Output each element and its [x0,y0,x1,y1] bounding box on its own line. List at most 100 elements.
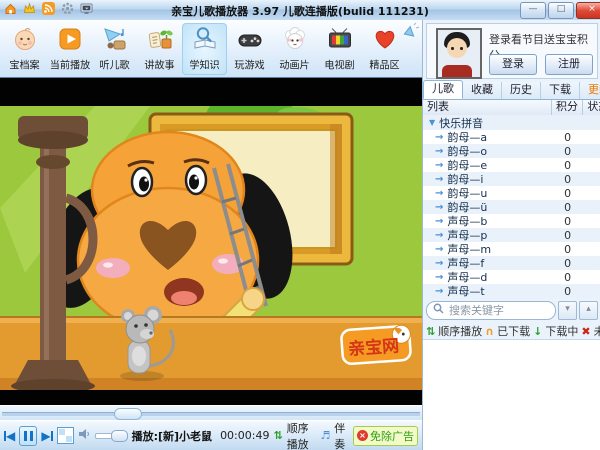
toolbar-item-learn[interactable]: 学知识 [182,23,227,75]
toolbar-item-baby-profile[interactable]: 宝档案 [2,23,47,75]
window-title: 亲宝儿歌播放器 3.97 儿歌连播版(bulid 111231) [0,3,600,19]
next-button[interactable]: ▶ [41,427,52,445]
item-arrow-icon: → [435,286,443,297]
not-downloaded-icon: ✖ [583,286,600,297]
list-item[interactable]: → 韵母—o 0 ✖ [423,144,600,158]
list-item[interactable]: → 韵母—i 0 ✖ [423,172,600,186]
seek-bar[interactable] [0,405,422,420]
baby-icon [11,25,39,56]
gramophone-icon [101,25,129,56]
remove-ads-button[interactable]: × 免除广告 [353,426,418,446]
not-downloaded-icon: ✖ [583,188,600,199]
list-item[interactable]: → 声母—d 0 ✖ [423,270,600,284]
group-header[interactable]: ▼ 快乐拼音 [423,115,600,130]
item-arrow-icon: → [435,258,443,269]
pause-button[interactable] [19,426,37,446]
tab-songs[interactable]: 儿歌 [423,80,463,99]
video-scene: 亲宝网 [0,78,422,405]
list-item[interactable]: → 韵母—u 0 ✖ [423,186,600,200]
not-downloaded-icon: ✖ [583,272,600,283]
item-score: 0 [552,215,584,228]
list-item[interactable]: → 声母—b 0 ✖ [423,214,600,228]
item-score: 0 [552,131,584,144]
search-box[interactable] [426,301,556,320]
close-button[interactable]: × [576,2,600,19]
not-downloaded-legend-icon: ✖ [581,325,590,338]
toolbar: 宝档案 当前播放 听儿歌 讲故事 学知识 玩游戏 动画片 电视剧 [0,20,422,78]
item-arrow-icon: → [435,244,443,255]
list-item[interactable]: → 声母—f 0 ✖ [423,256,600,270]
toolbar-item-tv-series[interactable]: 电视剧 [317,23,362,75]
tab-update-list[interactable]: 更新列表 [580,82,600,99]
item-score: 0 [552,201,584,214]
toolbar-label: 动画片 [279,57,309,72]
list-item[interactable]: → 韵母—e 0 ✖ [423,158,600,172]
video-area[interactable]: 亲宝网 [0,78,422,405]
display-mode-icon[interactable] [57,427,74,444]
accompany-icon: ♬ [320,429,330,442]
toolbar-item-stories[interactable]: 讲故事 [137,23,182,75]
volume-slider[interactable] [95,433,128,439]
song-list: ▼ 快乐拼音 → 韵母—a 0 ✖ → 韵母—o [423,115,600,298]
minimize-button[interactable]: — [520,2,546,19]
tab-downloads[interactable]: 下载 [541,82,580,99]
tab-history[interactable]: 历史 [502,82,541,99]
legend-not-downloaded: 未下载 [594,323,600,339]
search-up-button[interactable]: ▴ [579,301,598,320]
seek-groove [2,412,420,416]
login-button[interactable]: 登录 [489,54,537,75]
toolbar-item-listen-songs[interactable]: 听儿歌 [92,23,137,75]
not-downloaded-icon: ✖ [583,244,600,255]
player-controls: ◀ ▶ 播放:[新]小老鼠 00:00:49 ⇅ 顺序播放 ♬ 伴奏 × 免除广… [0,420,422,450]
item-score: 0 [552,229,584,242]
login-panel: 登录看节目送宝宝积分 登录 注册 [426,23,598,79]
column-score[interactable]: 积分 [552,100,584,115]
item-name: 声母—t [447,283,484,299]
search-dropdown-button[interactable]: ▾ [558,301,577,320]
list-item[interactable]: → 韵母—a 0 ✖ [423,130,600,144]
accompany-label[interactable]: 伴奏 [334,420,349,450]
sidebar: 登录看节目送宝宝积分 登录 注册 儿歌 收藏 历史 下载 更新列表 列表 积分 … [422,20,600,450]
seek-thumb[interactable] [114,408,142,420]
watermark-text: 亲宝网 [348,335,400,360]
toolbar-item-now-playing[interactable]: 当前播放 [47,23,92,75]
register-button[interactable]: 注册 [545,54,593,75]
elapsed-time: 00:00:49 [220,429,269,442]
column-status[interactable]: 状态 [583,100,600,115]
previous-button[interactable]: ◀ [4,427,15,445]
toolbar-label: 讲故事 [144,57,174,72]
list-item[interactable]: → 声母—t 0 ✖ [423,284,600,298]
toolbar-label: 宝档案 [9,57,39,72]
list-item[interactable]: → 声母—p 0 ✖ [423,228,600,242]
app-window: 亲宝儿歌播放器 3.97 儿歌连播版(bulid 111231) — □ × 宝… [0,0,600,450]
toolbar-label: 学知识 [189,57,219,72]
toolbar-item-games[interactable]: 玩游戏 [227,23,272,75]
play-mode-label[interactable]: 顺序播放 [287,420,317,450]
tab-bar: 儿歌 收藏 历史 下载 更新列表 [423,82,600,100]
heart-icon [371,25,399,56]
toolbar-item-cartoons[interactable]: 动画片 [272,23,317,75]
story-plant-icon [146,25,174,56]
status-legend: ⇅ 顺序播放 ∩ 已下载 ↓ 下载中 ✖ 未下载 [423,323,600,339]
item-arrow-icon: → [435,132,443,143]
column-list[interactable]: 列表 [423,100,552,115]
remove-ads-icon: × [357,430,368,441]
now-playing-label: 播放:[新]小老鼠 [132,428,212,444]
toolbar-item-premium[interactable]: 精品区 [362,23,407,75]
speaker-icon[interactable] [78,428,91,443]
list-item[interactable]: → 韵母—ü 0 ✖ [423,200,600,214]
item-score: 0 [552,285,584,298]
item-arrow-icon: → [435,174,443,185]
megaphone-icon[interactable] [402,22,420,41]
collapse-icon[interactable]: ▼ [429,118,435,127]
list-item[interactable]: → 声母—m 0 ✖ [423,242,600,256]
item-score: 0 [552,173,584,186]
empty-panel [423,339,600,450]
maximize-button[interactable]: □ [548,2,574,19]
volume-thumb[interactable] [111,430,128,442]
downloading-legend-icon: ↓ [533,325,542,338]
item-arrow-icon: → [435,230,443,241]
item-arrow-icon: → [435,188,443,199]
search-input[interactable] [447,303,531,318]
tab-favorites[interactable]: 收藏 [463,82,502,99]
